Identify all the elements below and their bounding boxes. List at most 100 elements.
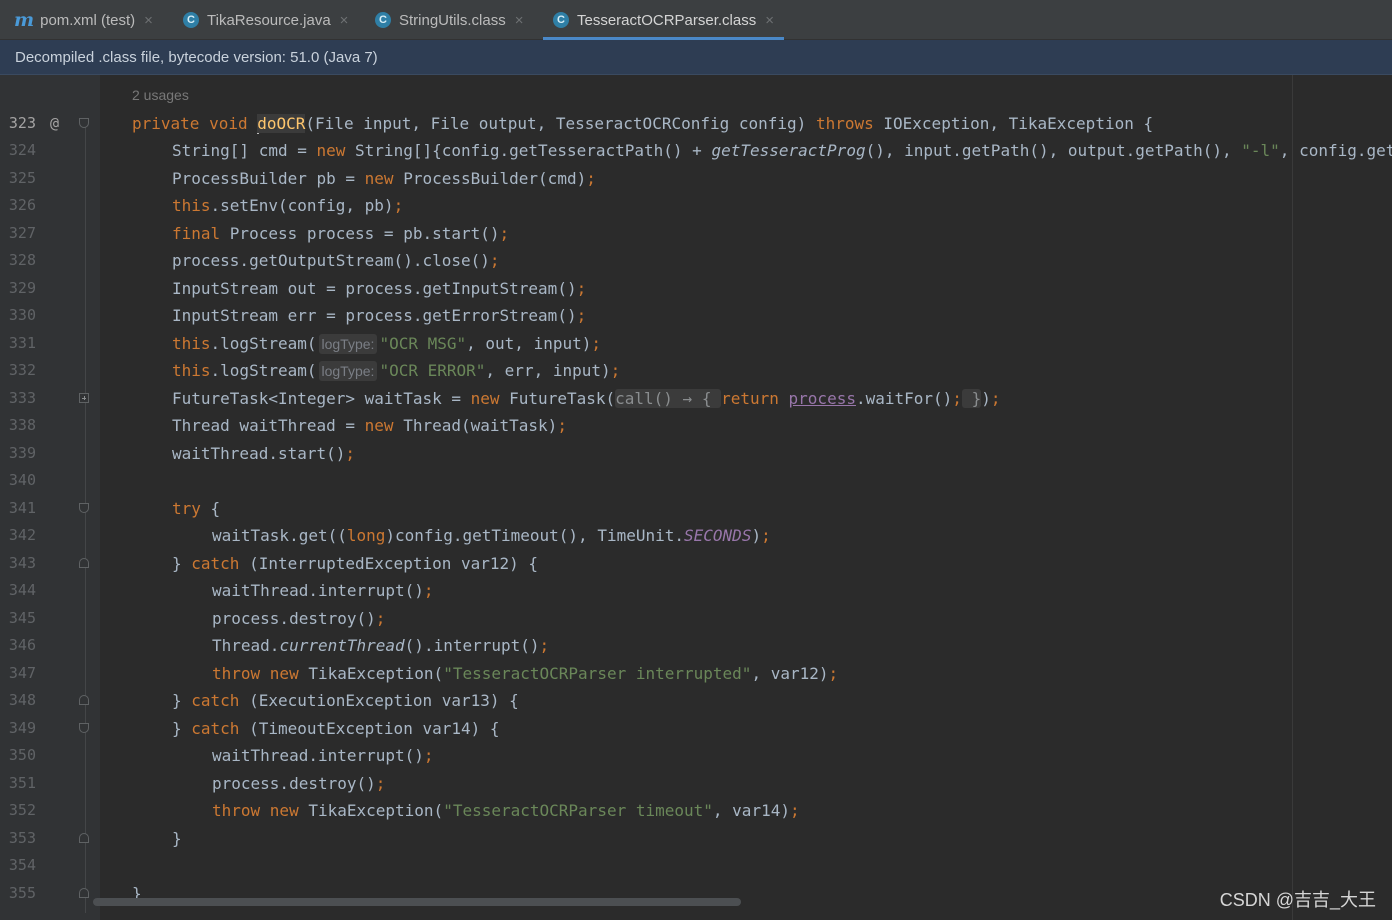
line-number: 327	[8, 224, 36, 242]
code-text[interactable]: this.logStream(logType: "OCR ERROR", err,…	[172, 357, 620, 385]
watermark-text: CSDN @吉吉_大王	[1219, 890, 1376, 910]
tab-label: TesseractOCRParser.class	[577, 11, 757, 29]
code-text[interactable]: process.destroy();	[212, 605, 385, 632]
line-number: 340	[8, 471, 36, 489]
code-text[interactable]: process.destroy();	[212, 770, 385, 797]
code-line: 326 this.setEnv(config, pb);	[0, 192, 1392, 219]
line-number: 339	[8, 444, 36, 462]
tab-stringutils-class[interactable]: C StringUtils.class ×	[375, 0, 523, 40]
code-text[interactable]: this.logStream(logType: "OCR MSG", out, i…	[172, 330, 601, 358]
code-text[interactable]: Thread waitThread = new Thread(waitTask)…	[172, 412, 567, 439]
code-line: 324 String[] cmd = new String[]{config.g…	[0, 137, 1392, 164]
line-number: 333	[8, 389, 36, 407]
code-line: 344 waitThread.interrupt();	[0, 577, 1392, 604]
code-line: 346 Thread.currentThread().interrupt();	[0, 632, 1392, 659]
fold-icon[interactable]	[79, 888, 89, 898]
line-number: 346	[8, 636, 36, 654]
tab-pom-xml[interactable]: m pom.xml (test) ×	[14, 0, 153, 40]
code-text[interactable]: waitThread.interrupt();	[212, 577, 434, 604]
code-text[interactable]: FutureTask<Integer> waitTask = new Futur…	[172, 385, 1000, 412]
maven-icon: m	[14, 9, 35, 31]
class-icon: C	[375, 12, 391, 28]
code-text[interactable]: InputStream out = process.getInputStream…	[172, 275, 586, 302]
line-number: 344	[8, 581, 36, 599]
tab-tikaresource-java[interactable]: C TikaResource.java ×	[183, 0, 348, 40]
code-text[interactable]: } catch (TimeoutException var14) {	[172, 715, 500, 742]
editor-tab-bar: m pom.xml (test) × C TikaResource.java ×…	[0, 0, 1392, 40]
class-icon: C	[553, 12, 569, 28]
tab-label: StringUtils.class	[399, 11, 506, 29]
usages-hint[interactable]: 2 usages	[132, 87, 189, 103]
close-icon[interactable]: ×	[144, 12, 153, 29]
line-number: 343	[8, 554, 36, 572]
banner-text: Decompiled .class file, bytecode version…	[15, 48, 378, 66]
code-text[interactable]: waitThread.start();	[172, 440, 355, 467]
horizontal-scrollbar[interactable]	[93, 898, 741, 906]
line-number: 354	[8, 856, 36, 874]
code-line: 341 try {	[0, 495, 1392, 522]
code-text[interactable]: InputStream err = process.getErrorStream…	[172, 302, 586, 329]
code-line: 327 final Process process = pb.start();	[0, 220, 1392, 247]
code-text[interactable]: throw new TikaException("TesseractOCRPar…	[212, 660, 838, 687]
fold-icon[interactable]	[79, 118, 89, 128]
code-line: 340	[0, 467, 1392, 494]
line-number: 345	[8, 609, 36, 627]
code-text[interactable]: waitTask.get((long)config.getTimeout(), …	[212, 522, 771, 549]
line-number: 332	[8, 361, 36, 379]
code-line: 349 } catch (TimeoutException var14) {	[0, 715, 1392, 742]
code-line: 330 InputStream err = process.getErrorSt…	[0, 302, 1392, 329]
line-number: 347	[8, 664, 36, 682]
line-number: 349	[8, 719, 36, 737]
code-text[interactable]: String[] cmd = new String[]{config.getTe…	[172, 137, 1392, 164]
code-text[interactable]: try {	[172, 495, 220, 522]
code-line: 323 @ private void doOCR(File input, Fil…	[0, 110, 1392, 137]
fold-expand-icon[interactable]	[79, 393, 89, 403]
close-icon[interactable]: ×	[765, 12, 774, 29]
override-icon[interactable]: @	[50, 110, 59, 137]
code-text[interactable]: ProcessBuilder pb = new ProcessBuilder(c…	[172, 165, 596, 192]
code-text[interactable]: process.getOutputStream().close();	[172, 247, 500, 274]
code-line: 338 Thread waitThread = new Thread(waitT…	[0, 412, 1392, 439]
code-line: 343 } catch (InterruptedException var12)…	[0, 550, 1392, 577]
code-line: 328 process.getOutputStream().close();	[0, 247, 1392, 274]
code-line: 329 InputStream out = process.getInputSt…	[0, 275, 1392, 302]
code-text[interactable]: waitThread.interrupt();	[212, 742, 434, 769]
tab-tesseractocrparser-class[interactable]: C TesseractOCRParser.class ×	[543, 0, 784, 40]
code-line: 350 waitThread.interrupt();	[0, 742, 1392, 769]
fold-icon[interactable]	[79, 503, 89, 513]
code-text[interactable]: }	[172, 825, 182, 852]
line-number: 352	[8, 801, 36, 819]
line-number: 353	[8, 829, 36, 847]
code-line: 353 }	[0, 825, 1392, 852]
fold-icon[interactable]	[79, 723, 89, 733]
code-line: 347 throw new TikaException("TesseractOC…	[0, 660, 1392, 687]
line-number: 348	[8, 691, 36, 709]
line-number: 328	[8, 251, 36, 269]
fold-icon[interactable]	[79, 833, 89, 843]
line-number: 326	[8, 196, 36, 214]
code-text[interactable]: this.setEnv(config, pb);	[172, 192, 403, 219]
code-line: 339 waitThread.start();	[0, 440, 1392, 467]
line-number: 355	[8, 884, 36, 902]
code-line: 333 FutureTask<Integer> waitTask = new F…	[0, 385, 1392, 412]
decompiled-banner: Decompiled .class file, bytecode version…	[0, 40, 1392, 75]
line-number: 325	[8, 169, 36, 187]
code-text[interactable]: } catch (ExecutionException var13) {	[172, 687, 519, 714]
line-number: 324	[8, 141, 36, 159]
code-text[interactable]: throw new TikaException("TesseractOCRPar…	[212, 797, 800, 824]
code-text[interactable]: } catch (InterruptedException var12) {	[172, 550, 538, 577]
line-number: 351	[8, 774, 36, 792]
close-icon[interactable]: ×	[515, 12, 524, 29]
code-text[interactable]: Thread.currentThread().interrupt();	[212, 632, 549, 659]
close-icon[interactable]: ×	[340, 12, 349, 29]
code-editor[interactable]: 2 usages 323 @ private void doOCR(File i…	[0, 75, 1392, 920]
line-number: 330	[8, 306, 36, 324]
code-line: 331 this.logStream(logType: "OCR MSG", ou…	[0, 330, 1392, 357]
code-text[interactable]: final Process process = pb.start();	[172, 220, 509, 247]
code-line: 351 process.destroy();	[0, 770, 1392, 797]
fold-icon[interactable]	[79, 695, 89, 705]
tab-label: TikaResource.java	[207, 11, 331, 29]
code-text[interactable]: private void doOCR(File input, File outp…	[132, 110, 1153, 137]
fold-icon[interactable]	[79, 558, 89, 568]
line-number: 342	[8, 526, 36, 544]
